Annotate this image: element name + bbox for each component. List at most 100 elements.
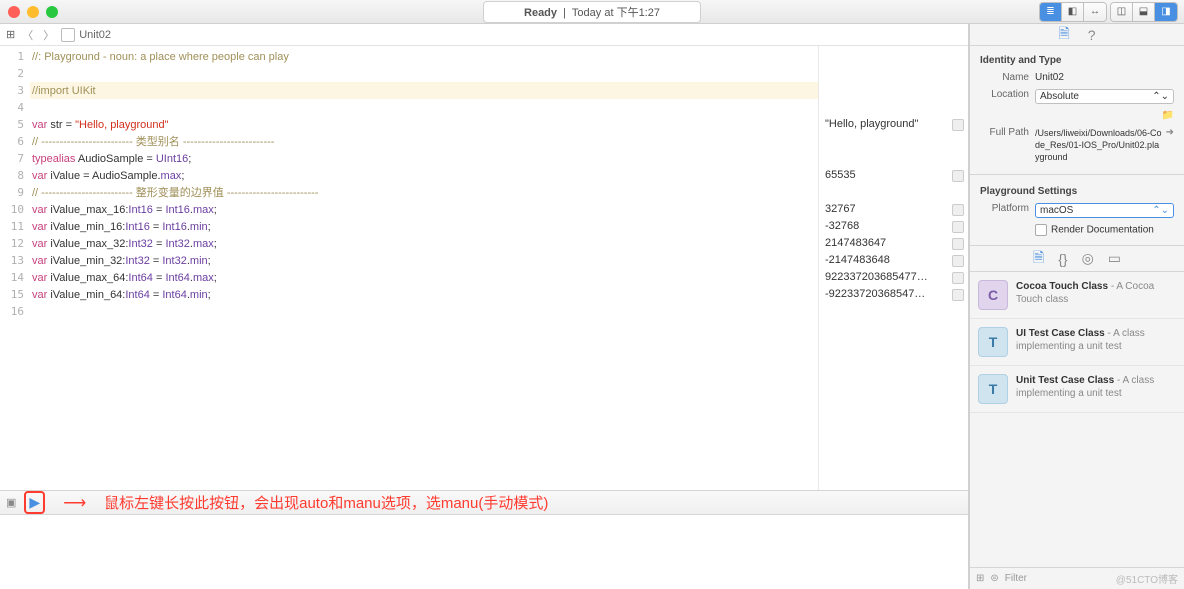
watermark: @51CTO博客 <box>1116 571 1178 586</box>
status-text: Ready <box>524 7 557 19</box>
filter-placeholder[interactable]: Filter <box>1005 573 1027 584</box>
code-line[interactable]: typealias AudioSample = UInt16; <box>30 150 818 167</box>
name-value[interactable]: Unit02 <box>1035 72 1174 83</box>
platform-label: Platform <box>980 203 1035 214</box>
zoom-button[interactable] <box>46 6 58 18</box>
name-label: Name <box>980 72 1035 83</box>
file-inspector-tab-icon[interactable]: 🗎 <box>1058 23 1069 47</box>
library-filter-bar: ⊞ ⊜ Filter @51CTO博客 <box>970 567 1184 589</box>
result-value: -92233720368547… <box>819 286 968 303</box>
code-line[interactable]: // ------------------------- 类型别名 ------… <box>30 133 818 150</box>
result-value: "Hello, playground" <box>819 116 968 133</box>
code-line[interactable]: var iValue_max_32:Int32 = Int32.max; <box>30 235 818 252</box>
lib-file-tab-icon[interactable]: 🗎 <box>1033 247 1044 271</box>
code-line[interactable]: var iValue_max_16:Int16 = Int16.max; <box>30 201 818 218</box>
editor-standard-icon[interactable]: ≣ <box>1040 3 1062 21</box>
code-line[interactable]: var iValue_min_16:Int16 = Int16.min; <box>30 218 818 235</box>
filter-icon[interactable]: ⊜ <box>990 573 998 584</box>
result-value <box>819 99 968 116</box>
template-title: Cocoa Touch Class <box>1016 281 1108 292</box>
panel-bottom-icon[interactable]: ⬓ <box>1133 3 1155 21</box>
editor-version-icon[interactable]: ↔ <box>1084 3 1106 21</box>
toolbar-right: ≣ ◧ ↔ ◫ ⬓ ◨ <box>1039 2 1178 22</box>
result-value <box>819 133 968 150</box>
result-value <box>819 82 968 99</box>
library-list: C Cocoa Touch Class - A Cocoa Touch clas… <box>970 272 1184 567</box>
annotation-arrow-icon: ⟶ <box>63 493 86 513</box>
identity-header: Identity and Type <box>980 52 1174 69</box>
status-time: Today at 下午1:27 <box>572 7 660 19</box>
result-value: -2147483648 <box>819 252 968 269</box>
results-sidebar: "Hello, playground" 65535 32767-3276821474… <box>818 46 968 490</box>
library-item[interactable]: T Unit Test Case Class - A class impleme… <box>970 366 1184 413</box>
result-value: 32767 <box>819 201 968 218</box>
result-value: -32768 <box>819 218 968 235</box>
related-items-icon[interactable]: ⊞ <box>6 28 15 41</box>
quicklook-icon[interactable] <box>952 119 964 131</box>
panel-left-icon[interactable]: ◫ <box>1111 3 1133 21</box>
quicklook-icon[interactable] <box>952 255 964 267</box>
code-line[interactable]: // ------------------------- 整形变量的边界值 --… <box>30 184 818 201</box>
code-line[interactable]: //import UIKit <box>30 82 818 99</box>
folder-icon[interactable]: 📁 <box>1162 110 1174 121</box>
template-icon: T <box>978 327 1008 357</box>
code-line[interactable] <box>30 65 818 82</box>
debug-toggle-icon[interactable]: ▣ <box>6 496 16 509</box>
chevron-updown-icon: ⌃⌄ <box>1152 205 1169 216</box>
quicklook-icon[interactable] <box>952 289 964 301</box>
jump-bar[interactable]: ⊞ 〈 〉 Unit02 <box>0 24 968 46</box>
titlebar: Ready | Today at 下午1:27 ≣ ◧ ↔ ◫ ⬓ ◨ <box>0 0 1184 24</box>
quicklook-icon[interactable] <box>952 170 964 182</box>
line-gutter: 12345678910111213141516 <box>0 46 30 490</box>
quicklook-icon[interactable] <box>952 272 964 284</box>
result-value <box>819 48 968 65</box>
file-name[interactable]: Unit02 <box>79 29 111 41</box>
console-area[interactable] <box>0 514 968 589</box>
annotation-text: 鼠标左键长按此按钮，会出现auto和manu选项，选manu(手动模式) <box>104 492 548 513</box>
help-inspector-tab-icon[interactable]: ? <box>1088 27 1096 43</box>
grid-icon[interactable]: ⊞ <box>976 573 984 584</box>
code-line[interactable]: var iValue_max_64:Int64 = Int64.max; <box>30 269 818 286</box>
window-controls <box>8 6 58 18</box>
chevron-updown-icon: ⌃⌄ <box>1152 91 1169 102</box>
code-line[interactable]: var iValue_min_64:Int64 = Int64.min; <box>30 286 818 303</box>
nav-forward-icon[interactable]: 〉 <box>40 27 57 43</box>
fullpath-label: Full Path <box>980 127 1035 138</box>
lib-code-tab-icon[interactable]: {} <box>1058 251 1067 267</box>
path-arrow-icon[interactable]: ➜ <box>1166 127 1174 138</box>
lib-object-tab-icon[interactable]: ◎ <box>1082 250 1094 267</box>
template-title: Unit Test Case Class <box>1016 375 1114 386</box>
close-button[interactable] <box>8 6 20 18</box>
template-icon: T <box>978 374 1008 404</box>
code-editor[interactable]: //: Playground - noun: a place where peo… <box>30 46 818 490</box>
editor-assistant-icon[interactable]: ◧ <box>1062 3 1084 21</box>
nav-back-icon[interactable]: 〈 <box>19 27 36 43</box>
code-line[interactable]: var iValue = AudioSample.max; <box>30 167 818 184</box>
location-select[interactable]: Absolute⌃⌄ <box>1035 89 1174 104</box>
debug-bar: ▣ ▶ ⟶ 鼠标左键长按此按钮，会出现auto和manu选项，选manu(手动模… <box>0 490 968 514</box>
render-checkbox[interactable] <box>1035 224 1047 236</box>
platform-select[interactable]: macOS⌃⌄ <box>1035 203 1174 218</box>
library-item[interactable]: C Cocoa Touch Class - A Cocoa Touch clas… <box>970 272 1184 319</box>
lib-media-tab-icon[interactable]: ▭ <box>1108 250 1121 267</box>
minimize-button[interactable] <box>27 6 39 18</box>
template-icon: C <box>978 280 1008 310</box>
quicklook-icon[interactable] <box>952 238 964 250</box>
library-item[interactable]: T UI Test Case Class - A class implement… <box>970 319 1184 366</box>
template-title: UI Test Case Class <box>1016 328 1105 339</box>
inspector-panel: 🗎 ? Identity and Type Name Unit02 Locati… <box>969 24 1184 589</box>
code-line[interactable]: var str = "Hello, playground" <box>30 116 818 133</box>
panel-right-icon[interactable]: ◨ <box>1155 3 1177 21</box>
quicklook-icon[interactable] <box>952 204 964 216</box>
inspector-tabs: 🗎 ? <box>970 24 1184 46</box>
result-value: 65535 <box>819 167 968 184</box>
run-button[interactable]: ▶ <box>29 494 40 510</box>
code-line[interactable] <box>30 303 818 320</box>
code-line[interactable]: //: Playground - noun: a place where peo… <box>30 48 818 65</box>
fullpath-value: /Users/liweixi/Downloads/06-Code_Res/01-… <box>1035 127 1162 163</box>
code-line[interactable] <box>30 99 818 116</box>
result-value: 2147483647 <box>819 235 968 252</box>
code-line[interactable]: var iValue_min_32:Int32 = Int32.min; <box>30 252 818 269</box>
settings-header: Playground Settings <box>980 183 1174 200</box>
quicklook-icon[interactable] <box>952 221 964 233</box>
